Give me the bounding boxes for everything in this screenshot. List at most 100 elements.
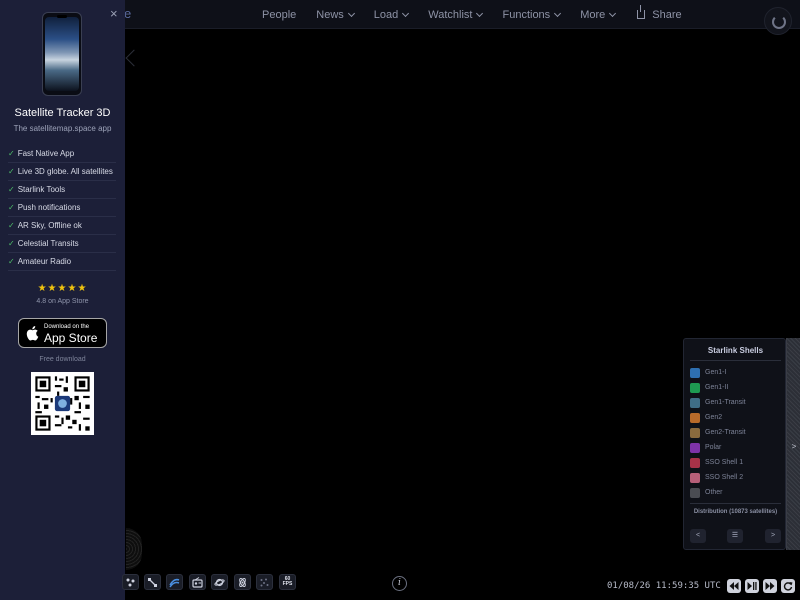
next-button[interactable]: > — [765, 529, 781, 543]
app-store-big-text: App Store — [44, 331, 98, 345]
planet-button[interactable] — [211, 574, 228, 590]
distribution-label: Distribution (10873 satellites) — [693, 509, 778, 515]
cluster-icon — [126, 578, 135, 586]
legend-item[interactable]: Other — [690, 485, 782, 500]
legend-label: Gen1-Transit — [705, 399, 746, 406]
legend-item[interactable]: SSO Shell 2 — [690, 470, 782, 485]
legend-label: Polar — [705, 444, 722, 451]
nav-people[interactable]: People — [262, 9, 296, 21]
check-icon: ✓ — [8, 221, 15, 230]
list-item: ✓ Push notifications — [8, 199, 116, 217]
fps-label: FPS — [282, 581, 293, 587]
list-item: ✓ Amateur Radio — [8, 253, 116, 271]
color-swatch — [690, 397, 700, 408]
nav-functions[interactable]: Functions — [502, 9, 562, 21]
chevron-down-icon — [347, 9, 355, 17]
legend-item[interactable]: SSO Shell 1 — [690, 455, 782, 470]
starlink-shells-panel: Starlink Shells Gen1-I Gen1-II Gen1-Tran… — [683, 338, 786, 550]
legend-label: Other — [705, 489, 723, 496]
fast-forward-icon — [765, 582, 775, 590]
nav-load[interactable]: Load — [373, 8, 410, 21]
feature-label: Celestial Transits — [17, 239, 79, 248]
close-icon[interactable]: × — [110, 6, 118, 21]
free-download-text: Free download — [39, 356, 86, 363]
nav-more[interactable]: More — [580, 9, 617, 21]
play-pause-button[interactable] — [745, 579, 759, 593]
legend-item[interactable]: Gen1-Transit — [690, 395, 782, 410]
nav-load-label: Load — [373, 8, 399, 21]
phone-preview-image — [42, 12, 82, 96]
orbit-button[interactable] — [234, 574, 251, 590]
fps-toggle-button[interactable]: 60 FPS — [279, 574, 296, 590]
radio-button[interactable] — [189, 574, 206, 590]
check-icon: ✓ — [8, 203, 15, 212]
share-label: Share — [652, 8, 682, 21]
color-swatch — [690, 472, 700, 483]
feature-label: AR Sky, Offline ok — [17, 221, 82, 230]
chevron-down-icon — [554, 9, 562, 17]
check-icon: ✓ — [8, 185, 15, 194]
list-item: ✓ Fast Native App — [8, 145, 116, 163]
legend-item[interactable]: Gen1-II — [690, 380, 782, 395]
color-swatch — [690, 382, 700, 393]
panel-collapse-tab[interactable]: > — [786, 338, 800, 550]
phone-screen-globe — [45, 17, 79, 91]
list-item: ✓ Starlink Tools — [8, 181, 116, 199]
list-item: ✓ AR Sky, Offline ok — [8, 217, 116, 235]
promo-title: Satellite Tracker 3D — [14, 107, 111, 119]
main-nav: People News Load Watchlist Functions Mor… — [262, 0, 682, 29]
play-pause-icon — [747, 582, 757, 590]
app-store-button[interactable]: Download on the App Store — [18, 318, 107, 348]
rating-stars: ★★★★★ — [37, 283, 88, 294]
share-button[interactable]: Share — [637, 5, 682, 21]
globe-edge — [126, 528, 142, 570]
legend-item[interactable]: Gen2-Transit — [690, 425, 782, 440]
color-swatch — [690, 457, 700, 468]
feature-list: ✓ Fast Native App ✓ Live 3D globe. All sat… — [8, 145, 116, 271]
divider — [690, 503, 781, 504]
debris-button[interactable] — [256, 574, 273, 590]
rating-text: 4.8 on App Store — [36, 298, 89, 305]
feature-label: Amateur Radio — [17, 257, 72, 266]
reset-time-button[interactable] — [781, 579, 795, 593]
utc-clock[interactable]: 01/08/26 11:59:35 UTC — [607, 581, 721, 591]
feature-label: Live 3D globe. All satellites — [17, 167, 113, 176]
fast-forward-button[interactable] — [763, 579, 777, 593]
chevron-down-icon — [476, 9, 484, 17]
debris-icon — [260, 578, 269, 586]
chevron-left-icon[interactable] — [125, 49, 143, 67]
app-promo-sidebar: × Satellite Tracker 3D The satellitemap.… — [0, 0, 125, 600]
promo-subtitle: The satellitemap.space app — [13, 124, 112, 133]
nav-watchlist[interactable]: Watchlist — [428, 8, 484, 21]
satellite-icon — [148, 577, 157, 587]
legend-item[interactable]: Gen1-I — [690, 365, 782, 380]
shells-legend: Gen1-I Gen1-II Gen1-Transit Gen2 Gen2-Tr… — [690, 365, 782, 500]
phone-notch — [57, 15, 67, 18]
nav-watchlist-label: Watchlist — [428, 8, 473, 21]
starlink-button[interactable] — [166, 574, 183, 590]
legend-item[interactable]: Polar — [690, 440, 782, 455]
legend-label: SSO Shell 2 — [705, 474, 744, 481]
legend-label: Gen1-II — [705, 384, 729, 391]
prev-button[interactable]: < — [690, 529, 706, 543]
qr-code-icon[interactable] — [31, 372, 94, 435]
check-icon: ✓ — [8, 149, 15, 158]
legend-item[interactable]: Gen2 — [690, 410, 782, 425]
menu-button[interactable]: ☰ — [727, 529, 743, 543]
satellite-button[interactable] — [144, 574, 161, 590]
qr-code-graphic — [31, 372, 94, 435]
loading-spinner-icon[interactable] — [764, 7, 792, 35]
rewind-button[interactable] — [727, 579, 741, 593]
info-button[interactable]: i — [392, 576, 407, 591]
satellite-cluster-button[interactable] — [122, 574, 139, 590]
color-swatch — [690, 367, 700, 378]
nav-news[interactable]: News — [316, 9, 355, 21]
nav-people-label: People — [262, 8, 297, 21]
legend-label: Gen2-Transit — [705, 429, 746, 436]
divider — [690, 360, 781, 361]
color-swatch — [690, 442, 700, 453]
brand-logo-fragment[interactable]: e — [124, 6, 131, 21]
rewind-icon — [729, 582, 739, 590]
feature-label: Push notifications — [17, 203, 81, 212]
feature-label: Fast Native App — [17, 149, 75, 158]
